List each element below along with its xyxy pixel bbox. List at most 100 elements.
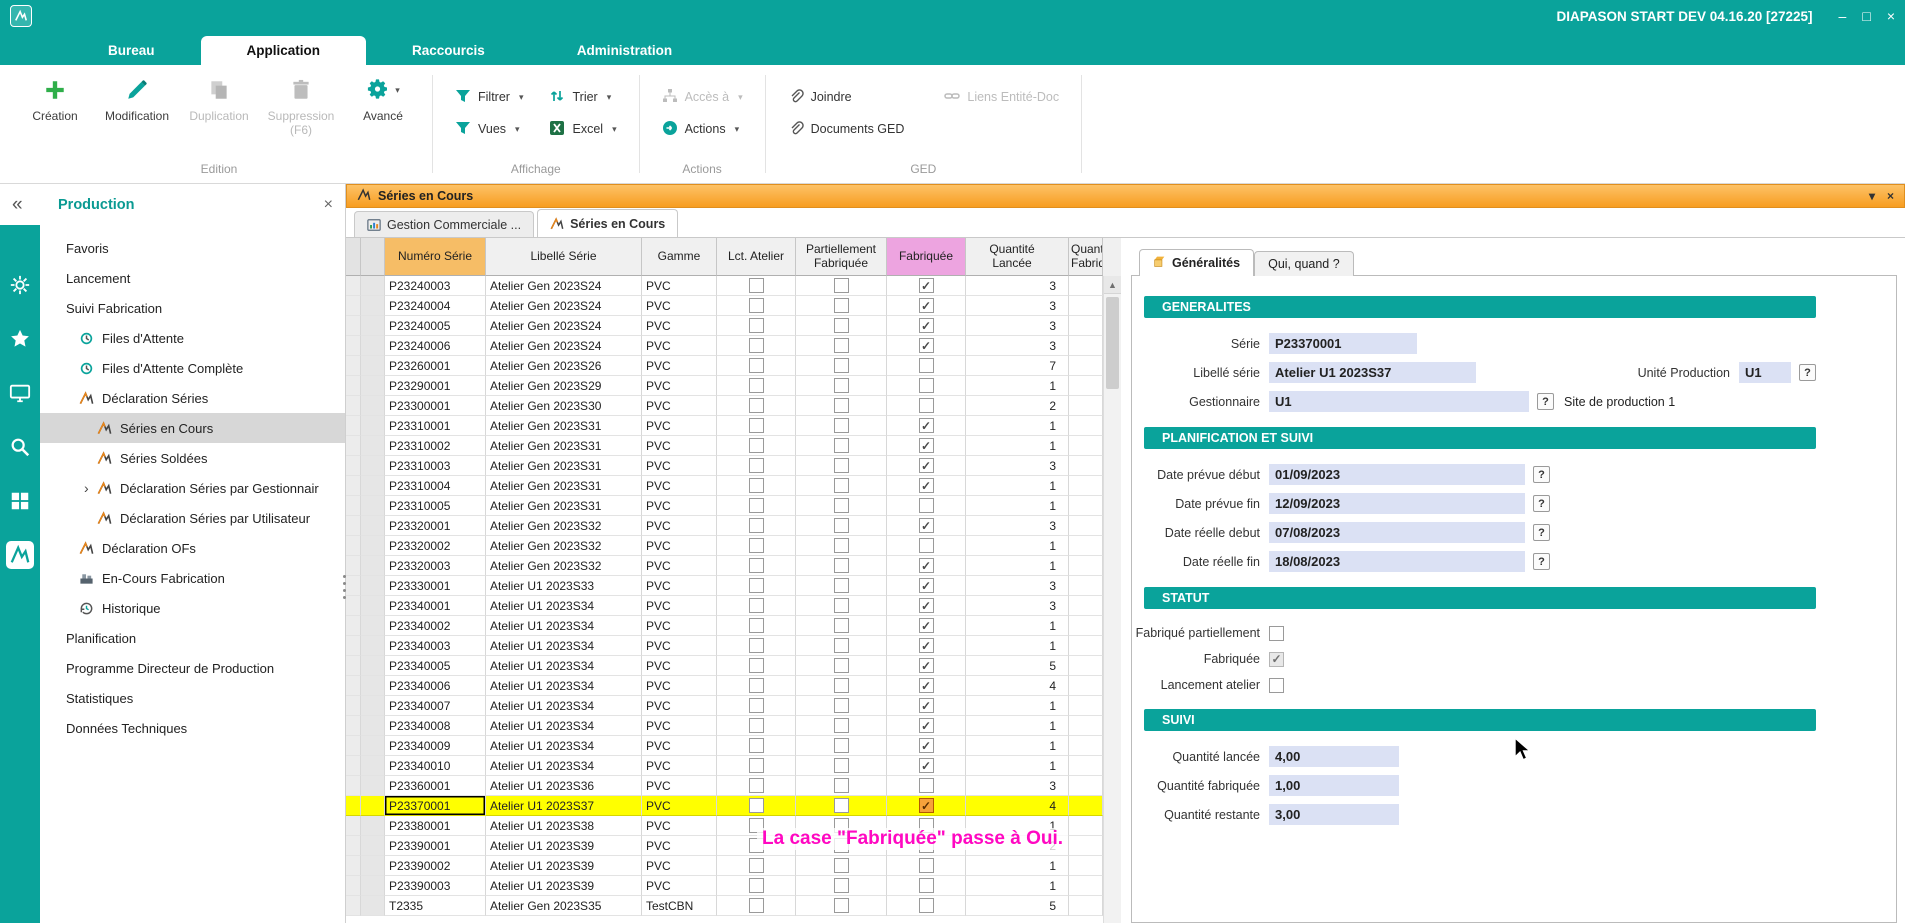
panel-close-button[interactable]: × [1887,189,1894,203]
row-header[interactable] [361,476,385,496]
fabriquee-checkbox[interactable] [919,798,934,813]
row-header[interactable] [361,696,385,716]
cell-libelle[interactable]: Atelier U1 2023S33 [486,576,642,596]
fabriquee-checkbox[interactable] [919,778,934,793]
cell-gamme[interactable]: PVC [642,636,717,656]
lct-atelier-checkbox[interactable] [749,398,764,413]
table-row[interactable]: P23300001 Atelier Gen 2023S30 PVC 2 [346,396,1121,416]
row-header[interactable] [361,396,385,416]
fabriquee-checkbox[interactable] [919,678,934,693]
cell-libelle[interactable]: Atelier U1 2023S39 [486,876,642,896]
lct-atelier-checkbox[interactable] [749,418,764,433]
sidebar-item[interactable]: › Historique [40,593,345,623]
cell-gamme[interactable]: PVC [642,596,717,616]
table-row[interactable]: P23260001 Atelier Gen 2023S26 PVC 7 [346,356,1121,376]
cell-gamme[interactable]: PVC [642,816,717,836]
cell-numero-serie[interactable]: P23240004 [385,296,486,316]
cell-quantite-fabriquee[interactable] [1069,536,1103,556]
table-row[interactable]: P23340007 Atelier U1 2023S34 PVC 1 [346,696,1121,716]
cell-libelle[interactable]: Atelier Gen 2023S24 [486,316,642,336]
cell-quantite-fabriquee[interactable] [1069,876,1103,896]
table-row[interactable]: P23340010 Atelier U1 2023S34 PVC 1 [346,756,1121,776]
avance-button[interactable]: ▾ Avancé [342,65,424,123]
cell-gamme[interactable]: PVC [642,576,717,596]
partiellement-checkbox[interactable] [834,378,849,393]
cell-quantite-fabriquee[interactable] [1069,336,1103,356]
cell-gamme[interactable]: PVC [642,676,717,696]
date-field[interactable]: 07/08/2023 [1269,522,1525,543]
partiellement-checkbox[interactable] [834,578,849,593]
lct-atelier-checkbox[interactable] [749,498,764,513]
data-grid-icon[interactable] [6,487,34,515]
cell-numero-serie[interactable]: T2335 [385,896,486,916]
partiellement-checkbox[interactable] [834,718,849,733]
row-header[interactable] [361,876,385,896]
creation-button[interactable]: Création [14,65,96,123]
row-header[interactable] [361,736,385,756]
cell-quantite-fabriquee[interactable] [1069,696,1103,716]
row-header[interactable] [361,296,385,316]
document-tab[interactable]: Gestion Commerciale ... [354,211,534,237]
sidebar-item[interactable]: › Déclaration OFs [40,533,345,563]
cell-numero-serie[interactable]: P23340003 [385,636,486,656]
table-row[interactable]: P23340001 Atelier U1 2023S34 PVC 3 [346,596,1121,616]
desktop-icon[interactable] [6,379,34,407]
cell-numero-serie[interactable]: P23390003 [385,876,486,896]
row-header[interactable] [361,596,385,616]
table-row[interactable]: P23240003 Atelier Gen 2023S24 PVC 3 [346,276,1121,296]
cell-numero-serie[interactable]: P23370001 [385,796,486,816]
lct-atelier-checkbox[interactable] [749,338,764,353]
fabriquee-checkbox[interactable] [919,858,934,873]
cell-numero-serie[interactable]: P23320001 [385,516,486,536]
vues-button[interactable]: Vues▾ [455,120,523,139]
lct-atelier-checkbox[interactable] [749,778,764,793]
fabriquee-checkbox[interactable] [919,698,934,713]
sidebar-item[interactable]: › Données Techniques [40,713,345,743]
cell-libelle[interactable]: Atelier U1 2023S36 [486,776,642,796]
sidebar-item[interactable]: › Séries en Cours [40,413,345,443]
lct-atelier-checkbox[interactable] [749,438,764,453]
cell-libelle[interactable]: Atelier U1 2023S34 [486,676,642,696]
cell-quantite-lancee[interactable]: 1 [966,696,1069,716]
menu-tab[interactable]: Application [201,36,367,65]
quantity-field[interactable]: 4,00 [1269,746,1399,767]
row-header[interactable] [361,316,385,336]
cell-quantite-lancee[interactable]: 1 [966,476,1069,496]
cell-quantite-fabriquee[interactable] [1069,756,1103,776]
cell-quantite-lancee[interactable]: 1 [966,416,1069,436]
partiellement-checkbox[interactable] [834,278,849,293]
cell-libelle[interactable]: Atelier Gen 2023S24 [486,336,642,356]
status-checkbox[interactable] [1269,652,1284,667]
cell-numero-serie[interactable]: P23290001 [385,376,486,396]
cell-gamme[interactable]: PVC [642,396,717,416]
row-header[interactable] [361,436,385,456]
cell-quantite-lancee[interactable]: 3 [966,336,1069,356]
fabriquee-checkbox[interactable] [919,318,934,333]
cell-quantite-fabriquee[interactable] [1069,296,1103,316]
cell-numero-serie[interactable]: P23390001 [385,836,486,856]
partiellement-checkbox[interactable] [834,658,849,673]
cell-gamme[interactable]: PVC [642,496,717,516]
date-picker-button[interactable]: ? [1533,524,1550,541]
column-header-fabriquee[interactable]: Fabriquée [887,238,966,276]
cell-libelle[interactable]: Atelier Gen 2023S31 [486,476,642,496]
cell-quantite-lancee[interactable]: 3 [966,296,1069,316]
table-row[interactable]: P23240005 Atelier Gen 2023S24 PVC 3 [346,316,1121,336]
partiellement-checkbox[interactable] [834,758,849,773]
fabriquee-checkbox[interactable] [919,358,934,373]
fabriquee-checkbox[interactable] [919,418,934,433]
cell-libelle[interactable]: Atelier Gen 2023S26 [486,356,642,376]
cell-numero-serie[interactable]: P23320003 [385,556,486,576]
fabriquee-checkbox[interactable] [919,278,934,293]
cell-numero-serie[interactable]: P23340006 [385,676,486,696]
cell-quantite-lancee[interactable]: 1 [966,376,1069,396]
row-header[interactable] [361,796,385,816]
lct-atelier-checkbox[interactable] [749,618,764,633]
cell-quantite-lancee[interactable]: 3 [966,596,1069,616]
sidebar-item[interactable]: › Suivi Fabrication [40,293,345,323]
table-row[interactable]: P23340005 Atelier U1 2023S34 PVC 5 [346,656,1121,676]
cell-gamme[interactable]: PVC [642,616,717,636]
table-row[interactable]: P23240004 Atelier Gen 2023S24 PVC 3 [346,296,1121,316]
partiellement-checkbox[interactable] [834,878,849,893]
cell-gamme[interactable]: PVC [642,736,717,756]
